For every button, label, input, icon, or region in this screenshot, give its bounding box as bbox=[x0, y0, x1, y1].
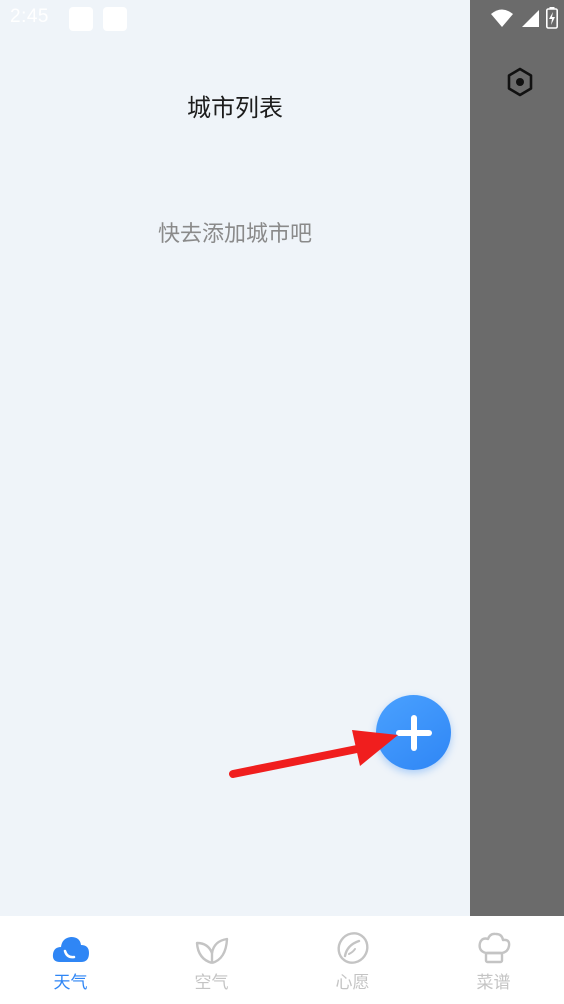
status-icons bbox=[490, 6, 558, 30]
leaf-icon bbox=[195, 937, 228, 965]
drawer-scrim[interactable] bbox=[470, 0, 564, 916]
wifi-icon bbox=[491, 9, 513, 27]
signal-icon bbox=[522, 10, 539, 27]
nav-label: 心愿 bbox=[335, 973, 370, 993]
battery-icon bbox=[546, 7, 558, 29]
page-title: 城市列表 bbox=[187, 94, 283, 122]
city-list-drawer: 城市列表 快去添加城市吧 bbox=[0, 0, 470, 916]
empty-state-hint: 快去添加城市吧 bbox=[157, 222, 312, 247]
nav-tab-wish[interactable]: 心愿 bbox=[282, 916, 423, 1004]
nav-tab-recipes[interactable]: 菜谱 bbox=[423, 916, 564, 1004]
add-city-button[interactable] bbox=[376, 695, 451, 770]
notification-icon bbox=[103, 7, 127, 31]
plus-icon bbox=[395, 714, 432, 751]
status-bar: 2:45 bbox=[0, 0, 564, 38]
cloud-icon bbox=[52, 937, 89, 962]
settings-hexagon-icon bbox=[507, 67, 533, 97]
bottom-nav: 天气 空气 心愿 菜谱 bbox=[0, 916, 564, 1004]
nav-label: 菜谱 bbox=[476, 973, 511, 993]
wish-icon bbox=[336, 932, 369, 964]
nav-label: 空气 bbox=[194, 973, 229, 993]
chef-hat-icon bbox=[477, 932, 510, 964]
notification-icon bbox=[69, 7, 93, 31]
nav-label: 天气 bbox=[53, 973, 88, 993]
status-time: 2:45 bbox=[10, 6, 49, 27]
settings-button[interactable] bbox=[500, 62, 540, 102]
nav-tab-air[interactable]: 空气 bbox=[141, 916, 282, 1004]
nav-tab-weather[interactable]: 天气 bbox=[0, 916, 141, 1004]
